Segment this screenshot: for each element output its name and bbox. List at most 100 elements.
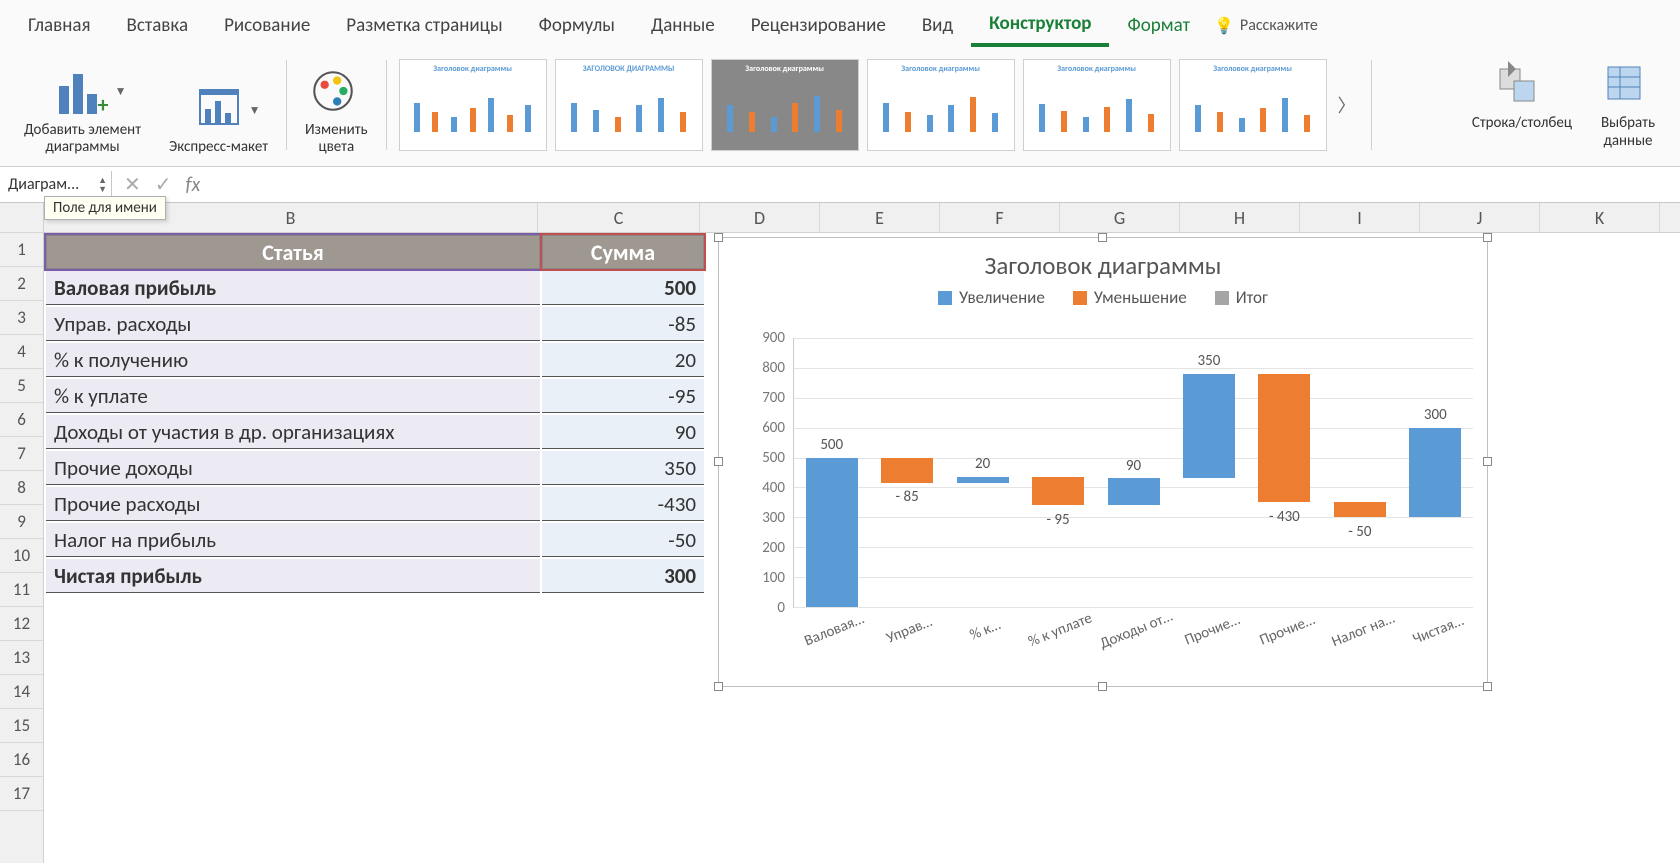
select-all-corner[interactable] [0, 203, 43, 233]
col-header[interactable]: H [1180, 203, 1300, 232]
table-cell-label[interactable]: % к получению [46, 343, 540, 377]
row-header[interactable]: 5 [0, 369, 43, 403]
quick-layout-button[interactable]: ▼ Экспресс-макет [155, 53, 282, 156]
col-header[interactable]: F [940, 203, 1060, 232]
row-header[interactable]: 6 [0, 403, 43, 437]
row-header[interactable]: 15 [0, 709, 43, 743]
waterfall-bar[interactable] [1183, 374, 1235, 479]
tab-format[interactable]: Формат [1109, 6, 1208, 45]
fx-button[interactable]: fx [186, 173, 201, 197]
add-chart-element-button[interactable]: +▼ Добавить элемент диаграммы [10, 53, 155, 156]
table-cell-value[interactable]: -430 [542, 487, 704, 521]
waterfall-bar[interactable] [1409, 428, 1461, 518]
table-cell-value[interactable]: 300 [542, 559, 704, 593]
chart-title[interactable]: Заголовок диаграммы [719, 238, 1487, 287]
row-header[interactable]: 11 [0, 573, 43, 607]
waterfall-bar[interactable] [806, 458, 858, 607]
tab-formulas[interactable]: Формулы [521, 6, 633, 45]
row-header[interactable]: 13 [0, 641, 43, 675]
accept-formula-button[interactable]: ✓ [155, 172, 172, 197]
col-header[interactable]: K [1540, 203, 1660, 232]
table-cell-value[interactable]: 350 [542, 451, 704, 485]
resize-handle[interactable] [714, 233, 723, 242]
waterfall-bar[interactable] [957, 477, 1009, 483]
resize-handle[interactable] [714, 457, 723, 466]
row-header[interactable]: 9 [0, 505, 43, 539]
table-cell-value[interactable]: -85 [542, 307, 704, 341]
chart-object[interactable]: Заголовок диаграммы Увеличение Уменьшени… [718, 237, 1488, 687]
table-cell-label[interactable]: Чистая прибыль [46, 559, 540, 593]
tab-page-layout[interactable]: Разметка страницы [328, 6, 520, 45]
row-header[interactable]: 17 [0, 777, 43, 811]
table-cell-label[interactable]: Прочие доходы [46, 451, 540, 485]
row-header[interactable]: 2 [0, 267, 43, 301]
tab-home[interactable]: Главная [10, 6, 108, 45]
chart-style-4[interactable]: Заголовок диаграммы [867, 59, 1015, 151]
table-cell-label[interactable]: Прочие расходы [46, 487, 540, 521]
change-colors-button[interactable]: Изменить цвета [291, 53, 382, 156]
row-header[interactable]: 16 [0, 743, 43, 777]
table-cell-value[interactable]: -95 [542, 379, 704, 413]
chart-style-2[interactable]: ЗАГОЛОВОК ДИАГРАММЫ [555, 59, 703, 151]
table-cell-value[interactable]: 90 [542, 415, 704, 449]
waterfall-bar[interactable] [1258, 374, 1310, 503]
change-colors-label: Изменить цвета [305, 122, 368, 157]
table-cell-label[interactable]: Доходы от участия в др. организациях [46, 415, 540, 449]
row-header[interactable]: 10 [0, 539, 43, 573]
col-header[interactable]: J [1420, 203, 1540, 232]
chart-style-1[interactable]: Заголовок диаграммы [399, 59, 547, 151]
table-cell-label[interactable]: Налог на прибыль [46, 523, 540, 557]
formula-input[interactable] [212, 181, 1680, 189]
row-header[interactable]: 4 [0, 335, 43, 369]
row-header[interactable]: 1 [0, 233, 43, 267]
chart-style-5[interactable]: Заголовок диаграммы [1023, 59, 1171, 151]
col-header[interactable]: D [700, 203, 820, 232]
row-header[interactable]: 12 [0, 607, 43, 641]
table-cell-label[interactable]: Валовая прибыль [46, 271, 540, 305]
table-cell-label[interactable]: % к уплате [46, 379, 540, 413]
table-cell-value[interactable]: 20 [542, 343, 704, 377]
resize-handle[interactable] [1098, 682, 1107, 691]
row-header[interactable]: 3 [0, 301, 43, 335]
resize-handle[interactable] [714, 682, 723, 691]
tab-chart-design[interactable]: Конструктор [971, 4, 1109, 47]
col-header[interactable]: E [820, 203, 940, 232]
table-cell-value[interactable]: -50 [542, 523, 704, 557]
row-header[interactable]: 14 [0, 675, 43, 709]
tab-view[interactable]: Вид [904, 6, 971, 45]
plot-area[interactable]: 500- 8520- 9590350- 430- 50300 [793, 338, 1473, 608]
waterfall-bar[interactable] [1108, 478, 1160, 505]
name-box[interactable]: Диаграм... ▲▼ [0, 171, 112, 198]
chart-style-3[interactable]: Заголовок диаграммы [711, 59, 859, 151]
tab-review[interactable]: Рецензирование [733, 6, 904, 45]
table-cell-label[interactable]: Управ. расходы [46, 307, 540, 341]
tell-me[interactable]: 💡 Расскажите [1214, 16, 1318, 36]
row-header[interactable]: 7 [0, 437, 43, 471]
chart-legend[interactable]: Увеличение Уменьшение Итог [719, 287, 1487, 316]
switch-row-col-button[interactable]: Строка/столбец [1458, 59, 1586, 132]
resize-handle[interactable] [1098, 233, 1107, 242]
tab-draw[interactable]: Рисование [206, 6, 328, 45]
select-data-button[interactable]: Выбрать данные [1586, 59, 1670, 150]
table-header-label[interactable]: Статья [46, 235, 540, 269]
cancel-formula-button[interactable]: ✕ [124, 172, 141, 197]
col-header[interactable]: G [1060, 203, 1180, 232]
waterfall-bar[interactable] [1334, 502, 1386, 517]
row-header[interactable]: 8 [0, 471, 43, 505]
table-header-value[interactable]: Сумма [542, 235, 704, 269]
chart-style-6[interactable]: Заголовок диаграммы [1179, 59, 1327, 151]
resize-handle[interactable] [1483, 682, 1492, 691]
waterfall-bar[interactable] [1032, 477, 1084, 505]
name-box-spinner[interactable]: ▲▼ [98, 176, 107, 194]
resize-handle[interactable] [1483, 457, 1492, 466]
col-header[interactable]: C [538, 203, 700, 232]
tab-insert[interactable]: Вставка [108, 6, 206, 45]
col-header[interactable]: I [1300, 203, 1420, 232]
resize-handle[interactable] [1483, 233, 1492, 242]
tab-data[interactable]: Данные [633, 6, 733, 45]
x-tick-label: Валовая… [802, 610, 867, 650]
grid[interactable]: B C D E F G H I J K Статья Сумма Валовая… [44, 203, 1680, 863]
table-cell-value[interactable]: 500 [542, 271, 704, 305]
waterfall-bar[interactable] [881, 458, 933, 483]
styles-more-button[interactable]: 〉 [1335, 75, 1359, 135]
